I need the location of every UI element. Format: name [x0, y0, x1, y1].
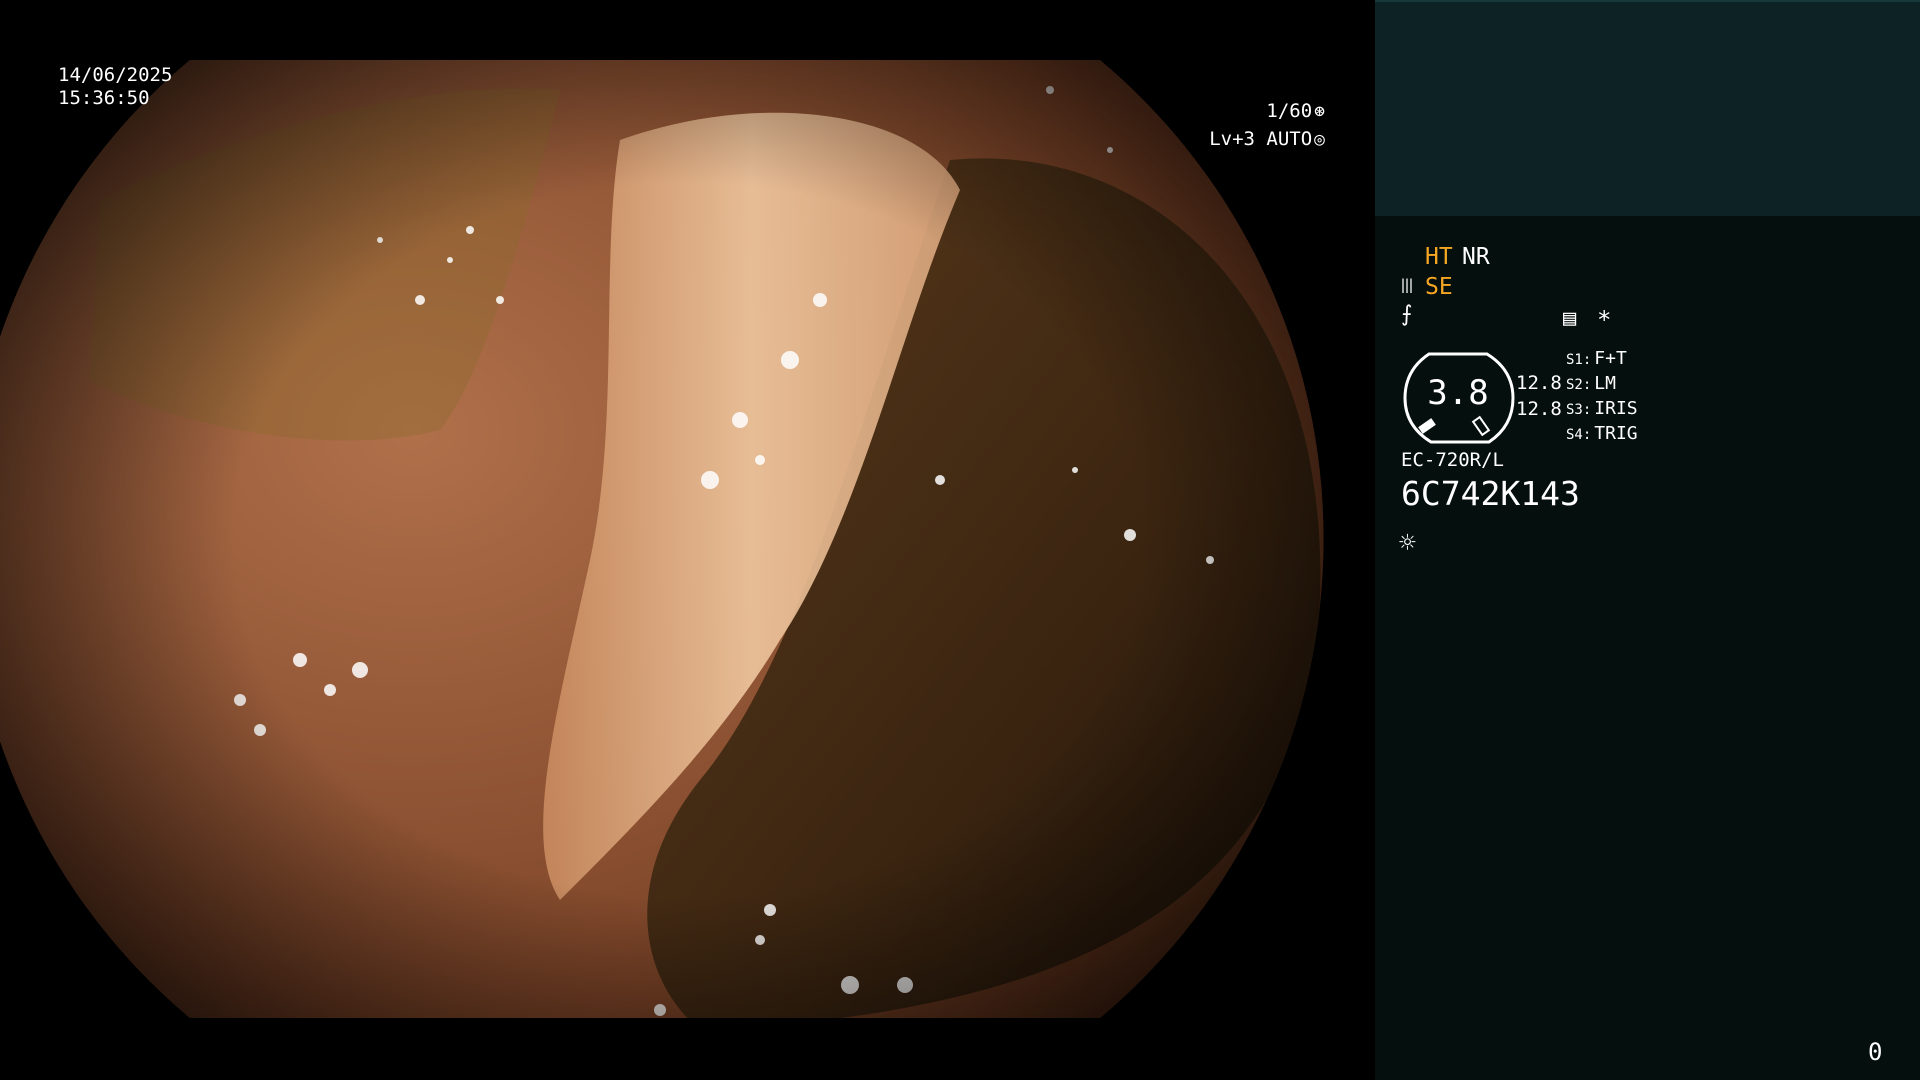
auto-iris-icon: ◎	[1314, 129, 1325, 150]
shutter-readout: 1/60 ⊛	[1266, 100, 1325, 122]
switch-key: S4:	[1566, 427, 1592, 443]
nr-indicator: NR	[1462, 244, 1490, 270]
structure-enhance-icon: ꔖ	[1401, 274, 1413, 298]
switch-key: S3:	[1566, 402, 1592, 418]
shutter-text: 1/60	[1266, 100, 1313, 122]
date-time-readout: 14/06/2025 15:36:50	[58, 64, 172, 110]
frame-counter: 0	[1868, 1038, 1883, 1066]
switch-value: F+T	[1594, 348, 1627, 369]
scope-model: EC-720R/L	[1401, 449, 1504, 471]
gauge-value: 3.8	[1427, 373, 1489, 413]
switch-key: S2:	[1566, 377, 1592, 393]
se-indicator: SE	[1425, 274, 1453, 300]
menu-icon: ▤	[1563, 306, 1577, 331]
enhance-icon: ⨍	[1401, 302, 1413, 327]
ht-indicator: HT	[1425, 244, 1453, 270]
brightness-level-readout: Lv+3 AUTO ◎	[1209, 128, 1325, 150]
switch-key: S1:	[1566, 352, 1592, 368]
info-panel: HT NR ꔖ SE ⨍ ▤ * 3.8 12.8 12.8 S1: F+T S2…	[1375, 0, 1920, 1080]
gauge-reading-2: 12.8	[1516, 398, 1562, 420]
time-text: 15:36:50	[58, 87, 150, 109]
switch-s4: S4: TRIG	[1566, 423, 1638, 444]
switch-value: LM	[1594, 373, 1616, 394]
switch-value: TRIG	[1594, 423, 1638, 444]
switch-s2: S2: LM	[1566, 373, 1616, 394]
light-source-icon: ☼	[1399, 526, 1416, 559]
switch-value: IRIS	[1594, 398, 1638, 419]
switch-s3: S3: IRIS	[1566, 398, 1638, 419]
switch-s1: S1: F+T	[1566, 348, 1627, 369]
gauge-reading-1: 12.8	[1516, 372, 1562, 394]
endoscopy-viewport: 14/06/2025 15:36:50 1/60 ⊛ Lv+3 AUTO ◎	[0, 0, 1375, 1080]
endoscopic-image	[0, 60, 1324, 1018]
asterisk-indicator: *	[1597, 306, 1612, 334]
date-text: 14/06/2025	[58, 64, 173, 86]
aperture-icon: ⊛	[1314, 101, 1325, 122]
level-text: Lv+3 AUTO	[1209, 128, 1313, 150]
panel-header-area	[1375, 0, 1920, 216]
scope-serial-number: 6C742K143	[1401, 474, 1580, 513]
